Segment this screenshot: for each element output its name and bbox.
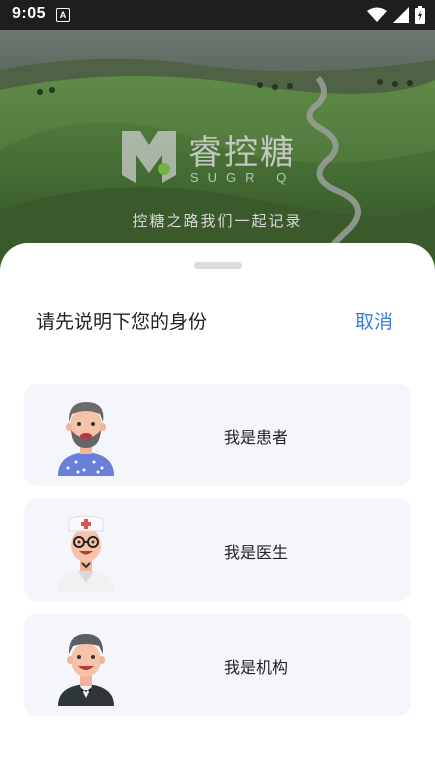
signal-icon — [393, 7, 409, 23]
option-doctor-label: 我是医生 — [224, 543, 289, 562]
status-bar: 9:05 A — [0, 0, 435, 30]
battery-icon — [415, 6, 425, 24]
wifi-icon — [367, 7, 387, 22]
doctor-avatar-icon — [58, 515, 114, 591]
identity-bottom-sheet: 请先说明下您的身份 取消 我是患者 我是医生 我是机构 — [0, 243, 435, 773]
brand-logo-icon — [122, 131, 176, 183]
status-time: 9:05 — [12, 5, 47, 22]
brand-subtitle: SUGR Q — [190, 170, 296, 185]
option-institution-card[interactable]: 我是机构 — [24, 614, 411, 716]
option-patient-card[interactable]: 我是患者 — [24, 384, 411, 486]
hero-tagline: 控糖之路我们一起记录 — [132, 212, 303, 230]
option-doctor-card[interactable]: 我是医生 — [24, 499, 411, 601]
option-institution-label: 我是机构 — [224, 658, 289, 677]
brand-name: 睿控糖 — [188, 133, 296, 173]
brand-logo: 睿控糖 SUGR Q — [118, 125, 328, 195]
sheet-drag-handle[interactable] — [194, 262, 242, 269]
institution-avatar-icon — [58, 634, 114, 706]
notification-icon: A — [56, 8, 70, 22]
cancel-button[interactable]: 取消 — [355, 307, 393, 334]
app-screen: 9:05 A 睿控糖 SUGR Q 控糖之路我们一起记录 请先说明下您的身份 取… — [0, 0, 435, 773]
status-icons — [367, 6, 425, 24]
option-patient-label: 我是患者 — [224, 428, 289, 447]
patient-avatar-icon — [58, 402, 114, 476]
sheet-title: 请先说明下您的身份 — [36, 311, 208, 333]
